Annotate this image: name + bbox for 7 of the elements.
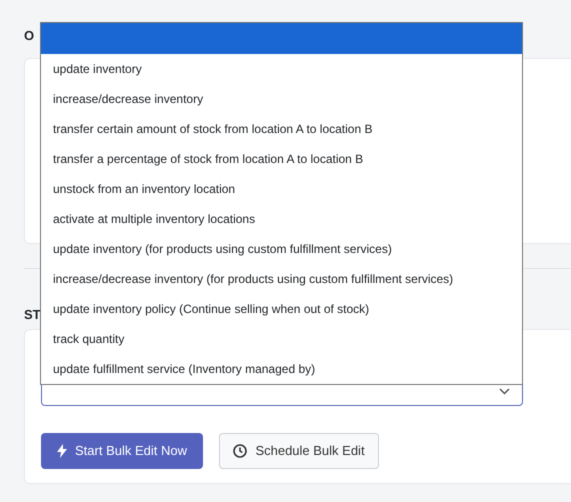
schedule-button[interactable]: Schedule Bulk Edit [219,433,379,469]
clock-icon [233,444,248,458]
lightning-icon [57,444,67,458]
section-heading: O [24,27,34,45]
section-heading: ST [24,306,41,324]
chevron-down-icon [499,388,510,395]
start-button[interactable]: Start Bulk Edit Now [41,433,203,469]
